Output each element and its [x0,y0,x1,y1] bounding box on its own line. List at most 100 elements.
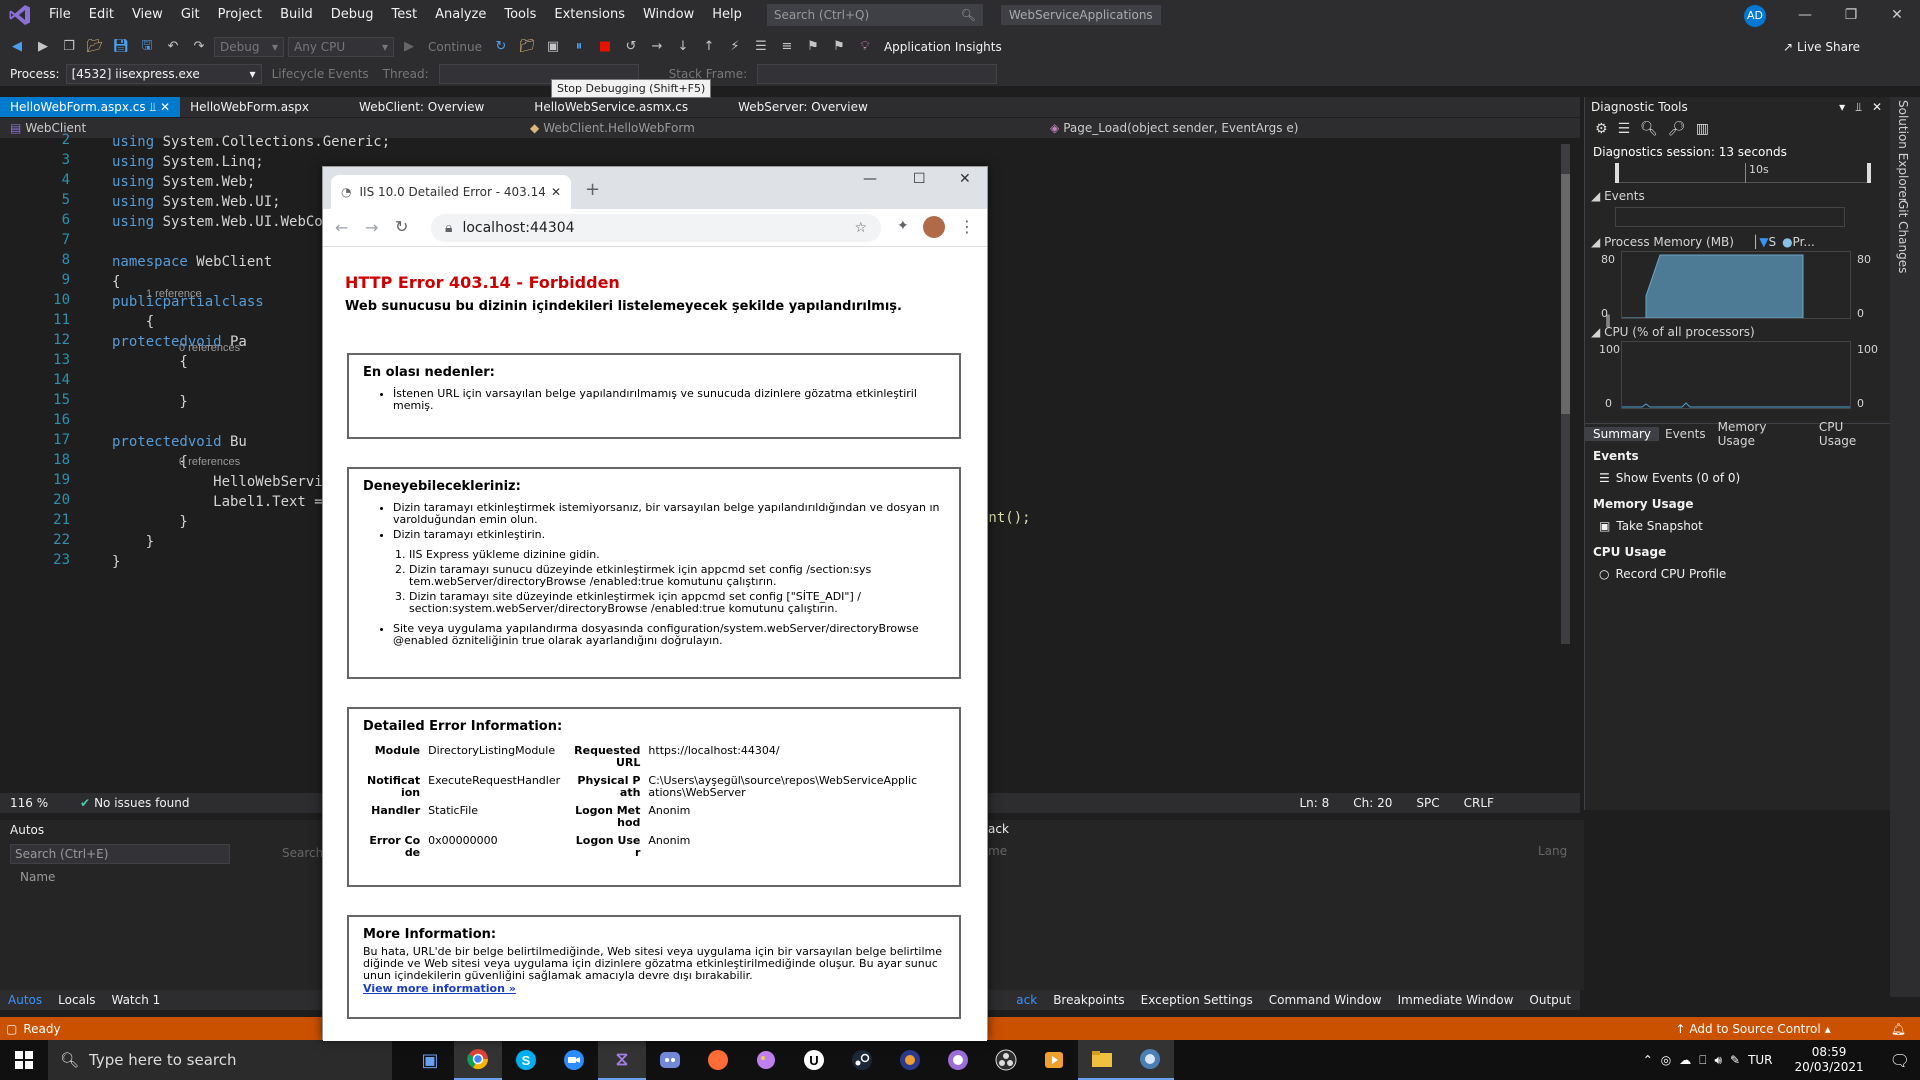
issues-status[interactable]: No issues found [94,796,189,810]
continue-icon[interactable]: ▶ [398,36,420,58]
add-to-source-control-button[interactable]: ↑ Add to Source Control ▴ [1675,1022,1830,1036]
tab-memory-usage[interactable]: Memory Usage [1712,420,1813,448]
menu-tools[interactable]: Tools [495,0,545,30]
paint-icon[interactable] [742,1040,790,1080]
close-icon[interactable]: ✕ [160,100,170,114]
platform-dropdown[interactable]: Any CPU ▾ [288,36,394,57]
more-menu-icon[interactable]: ⋮ [959,217,975,236]
screenshot-icon[interactable]: ▣ [542,36,564,58]
pin-icon[interactable]: ⫫ [149,100,156,114]
tab-breakpoints[interactable]: Breakpoints [1045,993,1132,1007]
vs-search-input[interactable]: Search (Ctrl+Q) 🔍︎ [766,4,983,26]
obs-icon[interactable] [982,1040,1030,1080]
zoom-level[interactable]: 116 % [10,796,80,810]
diag-timeline[interactable]: 10s [1615,163,1871,183]
stack-frame-dropdown[interactable] [757,64,998,84]
bookmark-star-icon[interactable]: ☆ [854,220,867,236]
class-dropdown[interactable]: ◆ WebClient.HelloWebForm [520,121,1040,135]
back-icon[interactable]: ◀ [6,36,28,58]
undo-icon[interactable]: ↶ [162,36,184,58]
menu-view[interactable]: View [123,0,172,30]
menu-file[interactable]: File [40,0,80,30]
onedrive-icon[interactable]: ☁ [1679,1053,1691,1067]
comment-icon[interactable]: ≡ [776,36,798,58]
step-over-icon[interactable]: → [646,36,668,58]
tab-output[interactable]: Output [1521,993,1579,1007]
menu-build[interactable]: Build [271,0,322,30]
new-item-icon[interactable]: ❐ [58,36,80,58]
notifications-icon[interactable]: 🔔︎ [1891,1022,1906,1036]
task-view-icon[interactable]: ▣ [406,1040,454,1080]
pause-icon[interactable]: ⏸︎ [568,36,590,58]
browser-tab[interactable]: ◔ IIS 10.0 Detailed Error - 403.14 - I ✕ [331,175,571,209]
extensions-puzzle-icon[interactable]: ✦ [897,218,909,234]
forward-icon[interactable]: ▶ [32,36,54,58]
collapse-icon[interactable]: ◢ [1591,189,1600,203]
solution-explorer-tab[interactable]: Solution Explorer [1896,100,1910,203]
reload-icon[interactable]: ↻ [395,217,408,236]
tab-hellowebform-cs[interactable]: HelloWebForm.aspx.cs ⫫ ✕ [0,97,181,117]
minimize-icon[interactable]: — [863,171,877,187]
tab-call-stack[interactable]: ack [1008,993,1045,1007]
media-player-icon[interactable] [1030,1040,1078,1080]
volume-icon[interactable]: 🔊︎ [1714,1053,1722,1068]
restore-icon[interactable]: ❐ [1828,0,1874,30]
lifecycle-events-button[interactable]: Lifecycle Events [268,67,373,81]
close-icon[interactable]: ✕ [551,185,561,199]
discord-icon[interactable] [646,1040,694,1080]
zoom-out-icon[interactable]: 🔎︎ [1668,121,1686,137]
steam-icon[interactable] [838,1040,886,1080]
tab-immediate-window[interactable]: Immediate Window [1390,993,1522,1007]
application-insights-button[interactable]: Application Insights [880,40,1006,54]
events-track[interactable] [1615,207,1845,227]
tab-cpu-usage[interactable]: CPU Usage [1813,420,1890,448]
codelens-references[interactable]: 1 reference [146,288,202,300]
menu-project[interactable]: Project [209,0,271,30]
tab-command-window[interactable]: Command Window [1261,993,1390,1007]
save-all-icon[interactable]: 🖫︎ [136,36,158,58]
back-arrow-icon[interactable]: ← [335,218,348,237]
notification-center-icon[interactable]: 🗨︎ [1890,1051,1910,1070]
collapse-icon[interactable]: ◢ [1591,325,1600,339]
member-dropdown[interactable]: ◈ Page_Load(object sender, EventArgs e) [1040,121,1560,135]
close-icon[interactable]: ✕ [1874,0,1920,30]
menu-help[interactable]: Help [703,0,751,30]
profile-avatar[interactable] [923,216,945,238]
avatar[interactable]: AD [1744,5,1766,27]
select-tools-icon[interactable]: ☰ [1618,121,1631,137]
step-out-icon[interactable]: ↑ [698,36,720,58]
record-cpu-button[interactable]: ○ Record CPU Profile [1593,567,1882,581]
postman-icon[interactable] [694,1040,742,1080]
lightbulb-icon[interactable]: 💡︎ [854,36,876,58]
github-desktop-icon[interactable] [934,1040,982,1080]
show-events-link[interactable]: ☰ Show Events (0 of 0) [1593,471,1882,485]
menu-window[interactable]: Window [634,0,703,30]
menu-git[interactable]: Git [172,0,209,30]
keyboard-language[interactable]: TUR [1748,1053,1772,1067]
hot-reload-icon[interactable]: ⚡ [724,36,746,58]
continue-button[interactable]: Continue [424,40,486,54]
bookmark-next-icon[interactable]: ⚑ [828,36,850,58]
codelens-references[interactable]: 0 references [179,342,240,354]
step-into-icon[interactable]: ↓ [672,36,694,58]
save-icon[interactable]: 💾︎ [110,36,132,58]
game-launcher-icon[interactable] [886,1040,934,1080]
chevron-up-icon[interactable]: ⌃ [1643,1053,1653,1067]
pen-icon[interactable]: ✎ [1730,1053,1740,1067]
menu-analyze[interactable]: Analyze [426,0,495,30]
chrome-icon[interactable] [454,1040,502,1080]
windows-start-icon[interactable] [0,1040,48,1080]
redo-icon[interactable]: ↷ [188,36,210,58]
live-share-button[interactable]: ↗ Live Share [1783,40,1860,54]
zoom-in-icon[interactable]: 🔍︎ [1640,121,1658,137]
stop-icon[interactable]: ■ [594,36,616,58]
rider-icon[interactable] [1126,1040,1174,1080]
tab-hellowebform-aspx[interactable]: HelloWebForm.aspx [180,97,319,117]
zoom-icon[interactable] [550,1040,598,1080]
address-bar[interactable]: 🔒︎ localhost:44304 ☆ [431,214,881,242]
take-snapshot-button[interactable]: ▣ Take Snapshot [1593,519,1882,533]
autos-search-input[interactable]: Search (Ctrl+E) [10,844,230,864]
network-icon[interactable]: ⎕ [1699,1053,1706,1068]
process-dropdown[interactable]: [4532] iisexpress.exe ▾ [65,64,262,84]
menu-test[interactable]: Test [383,0,427,30]
